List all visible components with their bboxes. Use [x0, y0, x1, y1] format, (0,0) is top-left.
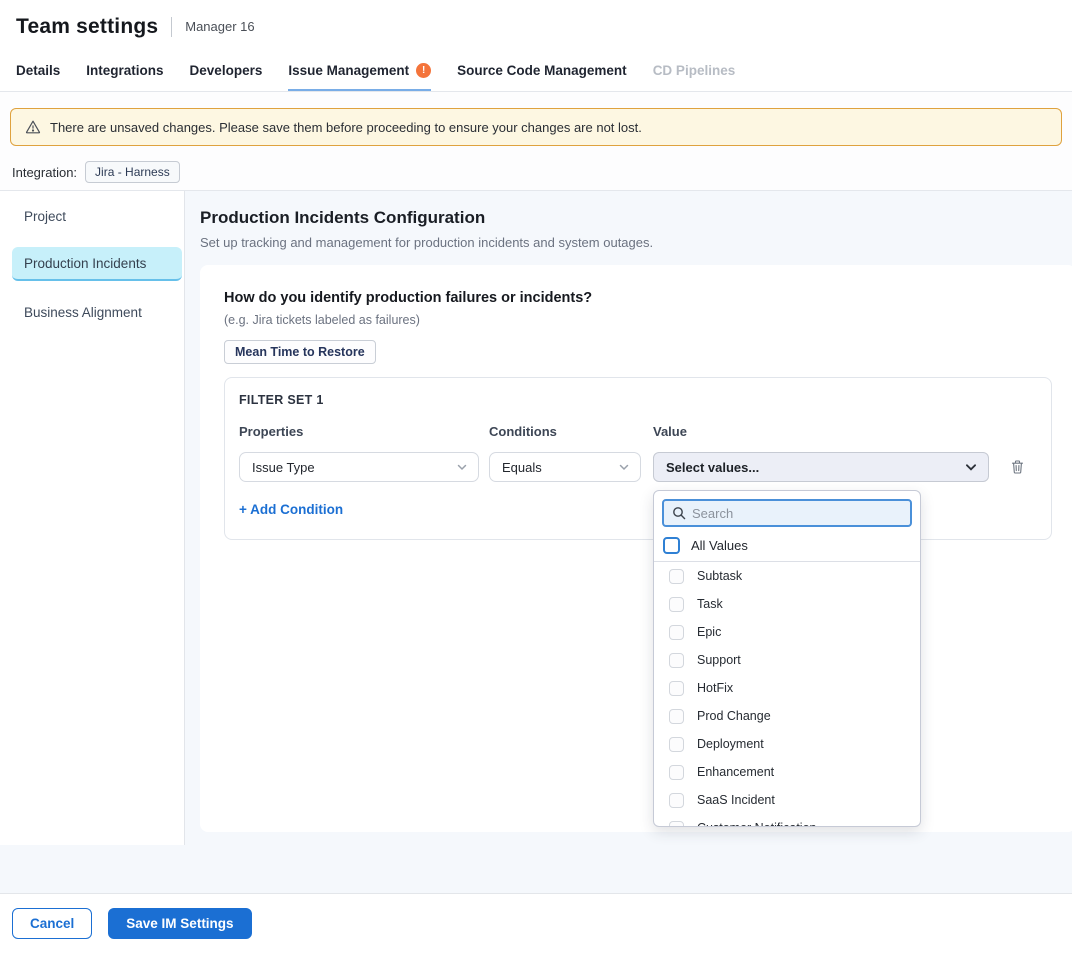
- search-icon: [672, 506, 686, 520]
- dropdown-option-customer-notification[interactable]: Customer Notification: [654, 814, 920, 827]
- config-hint: (e.g. Jira tickets labeled as failures): [224, 313, 1052, 327]
- chevron-down-icon: [456, 461, 468, 473]
- page-header: Team settings Manager 16: [0, 0, 1072, 51]
- dropdown-option-subtask[interactable]: Subtask: [654, 562, 920, 590]
- delete-filter-button[interactable]: [1010, 459, 1025, 475]
- dropdown-option-saas-incident[interactable]: SaaS Incident: [654, 786, 920, 814]
- warning-icon: [25, 119, 41, 135]
- tab-developers[interactable]: Developers: [190, 53, 263, 91]
- integration-chip[interactable]: Jira - Harness: [85, 161, 180, 183]
- tab-bar: Details Integrations Developers Issue Ma…: [0, 51, 1072, 92]
- property-select[interactable]: Issue Type: [239, 452, 479, 482]
- page-title: Team settings: [16, 15, 158, 39]
- sidebar-item-project[interactable]: Project: [12, 199, 182, 233]
- incidents-config-card: How do you identify production failures …: [200, 265, 1072, 832]
- dropdown-option-epic[interactable]: Epic: [654, 618, 920, 646]
- sidebar-item-business-alignment[interactable]: Business Alignment: [12, 295, 182, 329]
- col-properties: Properties: [239, 424, 489, 439]
- chevron-down-icon: [964, 460, 978, 474]
- dropdown-option-enhancement[interactable]: Enhancement: [654, 758, 920, 786]
- checkbox-icon[interactable]: [669, 569, 684, 584]
- metric-chip-mttr[interactable]: Mean Time to Restore: [224, 340, 376, 364]
- dropdown-option-support[interactable]: Support: [654, 646, 920, 674]
- dropdown-option-deployment[interactable]: Deployment: [654, 730, 920, 758]
- chevron-down-icon: [618, 461, 630, 473]
- dropdown-option-task[interactable]: Task: [654, 590, 920, 618]
- settings-sidebar: Project Production Incidents Business Al…: [0, 191, 185, 845]
- value-select[interactable]: Select values...: [653, 452, 989, 482]
- checkbox-icon[interactable]: [669, 709, 684, 724]
- content-panel: Production Incidents Configuration Set u…: [185, 191, 1072, 845]
- save-im-settings-button[interactable]: Save IM Settings: [108, 908, 251, 939]
- filter-column-headers: Properties Conditions Value: [239, 424, 1037, 439]
- checkbox-icon[interactable]: [669, 821, 684, 828]
- checkbox-icon[interactable]: [669, 597, 684, 612]
- checkbox-icon[interactable]: [669, 793, 684, 808]
- tab-source-code-management[interactable]: Source Code Management: [457, 53, 627, 91]
- cancel-button[interactable]: Cancel: [12, 908, 92, 939]
- section-title: Production Incidents Configuration: [200, 208, 1072, 228]
- checkbox-icon[interactable]: [669, 625, 684, 640]
- checkbox-icon[interactable]: [669, 737, 684, 752]
- section-subtitle: Set up tracking and management for produ…: [200, 235, 1072, 250]
- sub-header-section: There are unsaved changes. Please save t…: [0, 92, 1072, 191]
- dropdown-option-prod-change[interactable]: Prod Change: [654, 702, 920, 730]
- unsaved-changes-banner: There are unsaved changes. Please save t…: [10, 108, 1062, 146]
- sidebar-item-production-incidents[interactable]: Production Incidents: [12, 247, 182, 281]
- value-cell: Select values...: [653, 452, 989, 482]
- checkbox-icon[interactable]: [669, 681, 684, 696]
- tab-cd-pipelines: CD Pipelines: [653, 53, 736, 91]
- trash-icon: [1010, 459, 1025, 475]
- spacer-region: [0, 845, 1072, 893]
- config-question: How do you identify production failures …: [224, 290, 1052, 306]
- search-input[interactable]: [692, 506, 902, 521]
- filter-set-title: FILTER SET 1: [239, 393, 1037, 407]
- alert-badge-icon: !: [416, 63, 431, 78]
- dropdown-search[interactable]: [662, 499, 912, 527]
- filter-set-box: FILTER SET 1 Properties Conditions Value…: [224, 377, 1052, 540]
- tab-issue-management[interactable]: Issue Management !: [288, 53, 431, 91]
- value-dropdown: All Values Subtask Task Epic Support Hot…: [653, 490, 921, 827]
- dropdown-option-hotfix[interactable]: HotFix: [654, 674, 920, 702]
- checkbox-icon[interactable]: [669, 653, 684, 668]
- banner-text: There are unsaved changes. Please save t…: [50, 120, 642, 135]
- condition-select[interactable]: Equals: [489, 452, 641, 482]
- filter-row: Issue Type Equals Select values...: [239, 452, 1037, 482]
- tab-integrations[interactable]: Integrations: [86, 53, 163, 91]
- footer-actions: Cancel Save IM Settings: [0, 893, 1072, 953]
- integration-label: Integration:: [12, 165, 77, 180]
- tab-details[interactable]: Details: [16, 53, 60, 91]
- checkbox-icon[interactable]: [669, 765, 684, 780]
- checkbox-icon[interactable]: [663, 537, 680, 554]
- col-value: Value: [653, 424, 687, 439]
- option-all-values[interactable]: All Values: [654, 533, 920, 562]
- page-subtitle: Manager 16: [171, 17, 254, 37]
- col-conditions: Conditions: [489, 424, 653, 439]
- integration-row: Integration: Jira - Harness: [12, 161, 1062, 183]
- add-condition-button[interactable]: + Add Condition: [239, 502, 343, 517]
- main-region: Project Production Incidents Business Al…: [0, 191, 1072, 845]
